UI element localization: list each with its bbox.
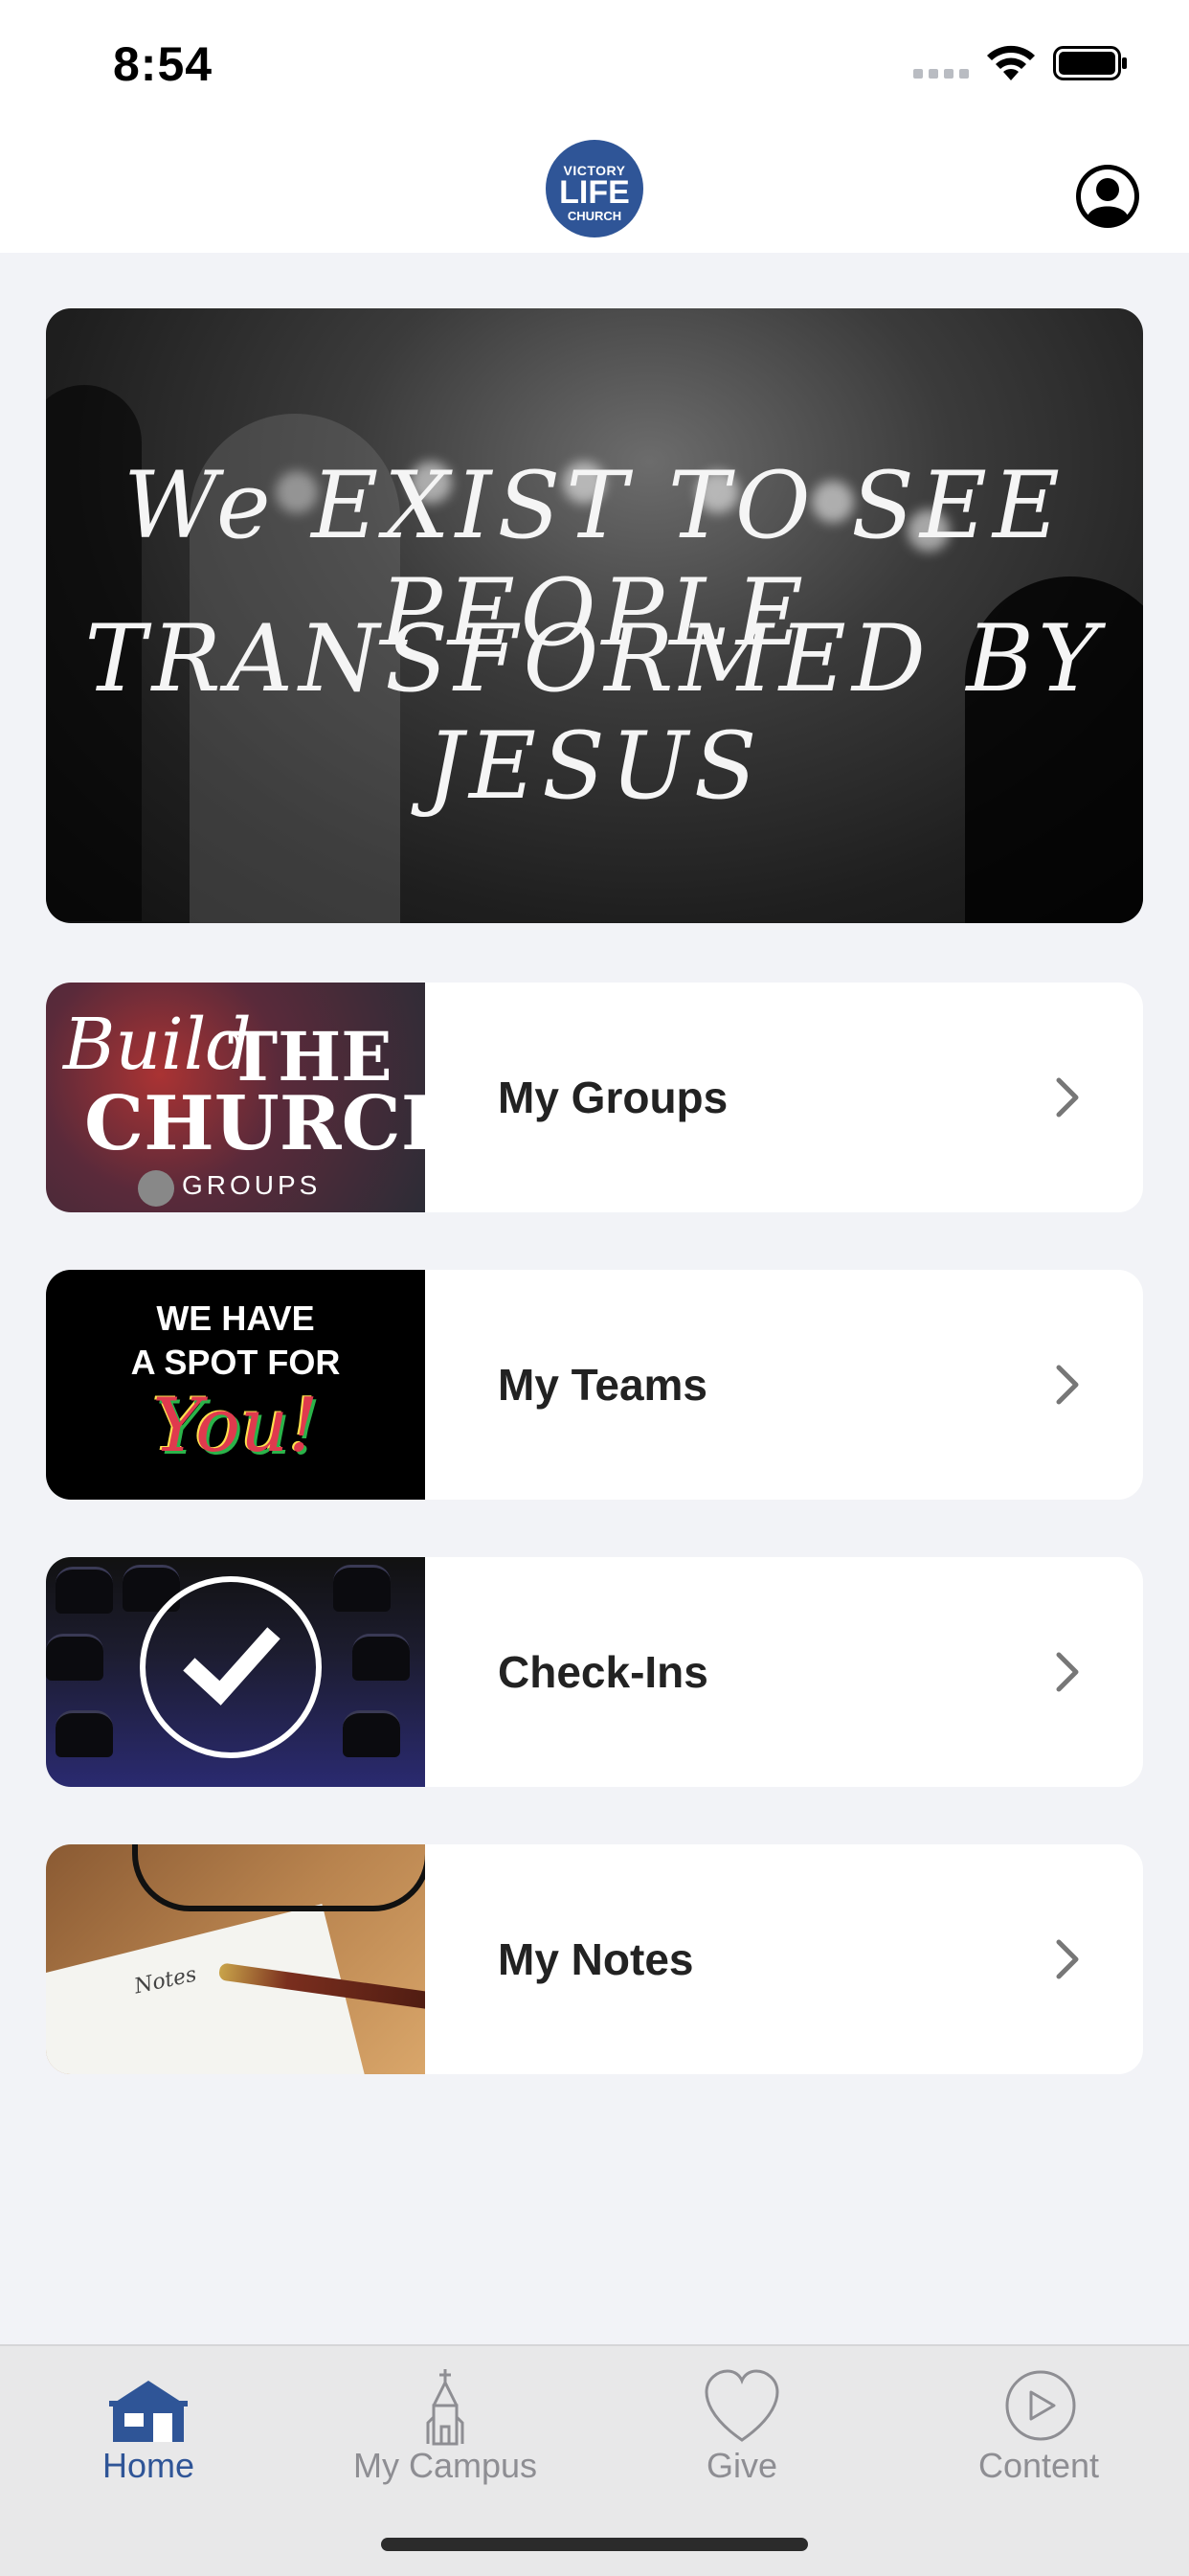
- church-logo: VICTORY LIFE CHURCH: [546, 140, 643, 237]
- thumb-text: A SPOT FOR: [130, 1343, 341, 1382]
- hero-line-2: TRANSFORMED BY JESUS: [84, 605, 1105, 820]
- chevron-right-icon: [1056, 1652, 1079, 1692]
- card-label: Check-Ins: [498, 1647, 708, 1697]
- card-label: My Teams: [498, 1360, 708, 1410]
- profile-icon[interactable]: [1074, 163, 1141, 230]
- my-groups-card[interactable]: Build THE CHURCH GROUPS My Groups: [46, 983, 1143, 1212]
- wifi-icon: [987, 45, 1035, 80]
- thumb-text: GROUPS: [182, 1170, 322, 1200]
- status-bar: 8:54: [0, 0, 1189, 126]
- tab-label: Home: [101, 2446, 195, 2485]
- thumb-text: You!: [152, 1383, 319, 1469]
- card-label: My Groups: [498, 1073, 729, 1122]
- chevron-right-icon: [1056, 1365, 1079, 1405]
- tab-my-campus[interactable]: My Campus: [297, 2346, 594, 2499]
- tab-label: Give: [706, 2446, 778, 2485]
- house-icon: [109, 2381, 188, 2442]
- thumb-text: WE HAVE: [156, 1299, 315, 1338]
- tab-content[interactable]: Content: [890, 2346, 1189, 2499]
- check-ins-thumbnail: [46, 1557, 425, 1787]
- play-circle-icon: [1005, 2370, 1076, 2441]
- status-time: 8:54: [113, 37, 213, 91]
- my-notes-card[interactable]: Notes My Notes: [46, 1844, 1143, 2074]
- tab-label: Content: [977, 2446, 1100, 2485]
- hero-banner[interactable]: We EXIST TO SEE PEOPLE TRANSFORMED BY JE…: [46, 308, 1143, 923]
- church-icon: [426, 2369, 464, 2446]
- logo-line-3: CHURCH: [567, 209, 622, 223]
- card-label: My Notes: [498, 1934, 694, 1984]
- home-indicator[interactable]: [381, 2538, 808, 2551]
- check-ins-card[interactable]: Check-Ins: [46, 1557, 1143, 1787]
- tab-home[interactable]: Home: [0, 2346, 297, 2499]
- thumb-text: CHURCH: [84, 1080, 425, 1167]
- battery-icon: [1053, 46, 1127, 80]
- app-header: VICTORY LIFE CHURCH: [0, 126, 1189, 253]
- thumb-text: Build: [63, 1004, 252, 1086]
- checkmark-circle-icon: [140, 1576, 322, 1758]
- notes-thumbnail: Notes: [46, 1844, 425, 2074]
- teams-thumbnail: WE HAVE A SPOT FOR You!: [46, 1270, 425, 1500]
- tab-label: My Campus: [352, 2446, 538, 2485]
- cellular-signal-icon: [913, 69, 969, 80]
- groups-thumbnail: Build THE CHURCH GROUPS: [46, 983, 425, 1212]
- tab-give[interactable]: Give: [594, 2346, 890, 2499]
- chevron-right-icon: [1056, 1939, 1079, 1979]
- logo-line-2: LIFE: [559, 174, 630, 211]
- heart-icon: [705, 2369, 779, 2442]
- chevron-right-icon: [1056, 1077, 1079, 1118]
- my-teams-card[interactable]: WE HAVE A SPOT FOR You! My Teams: [46, 1270, 1143, 1500]
